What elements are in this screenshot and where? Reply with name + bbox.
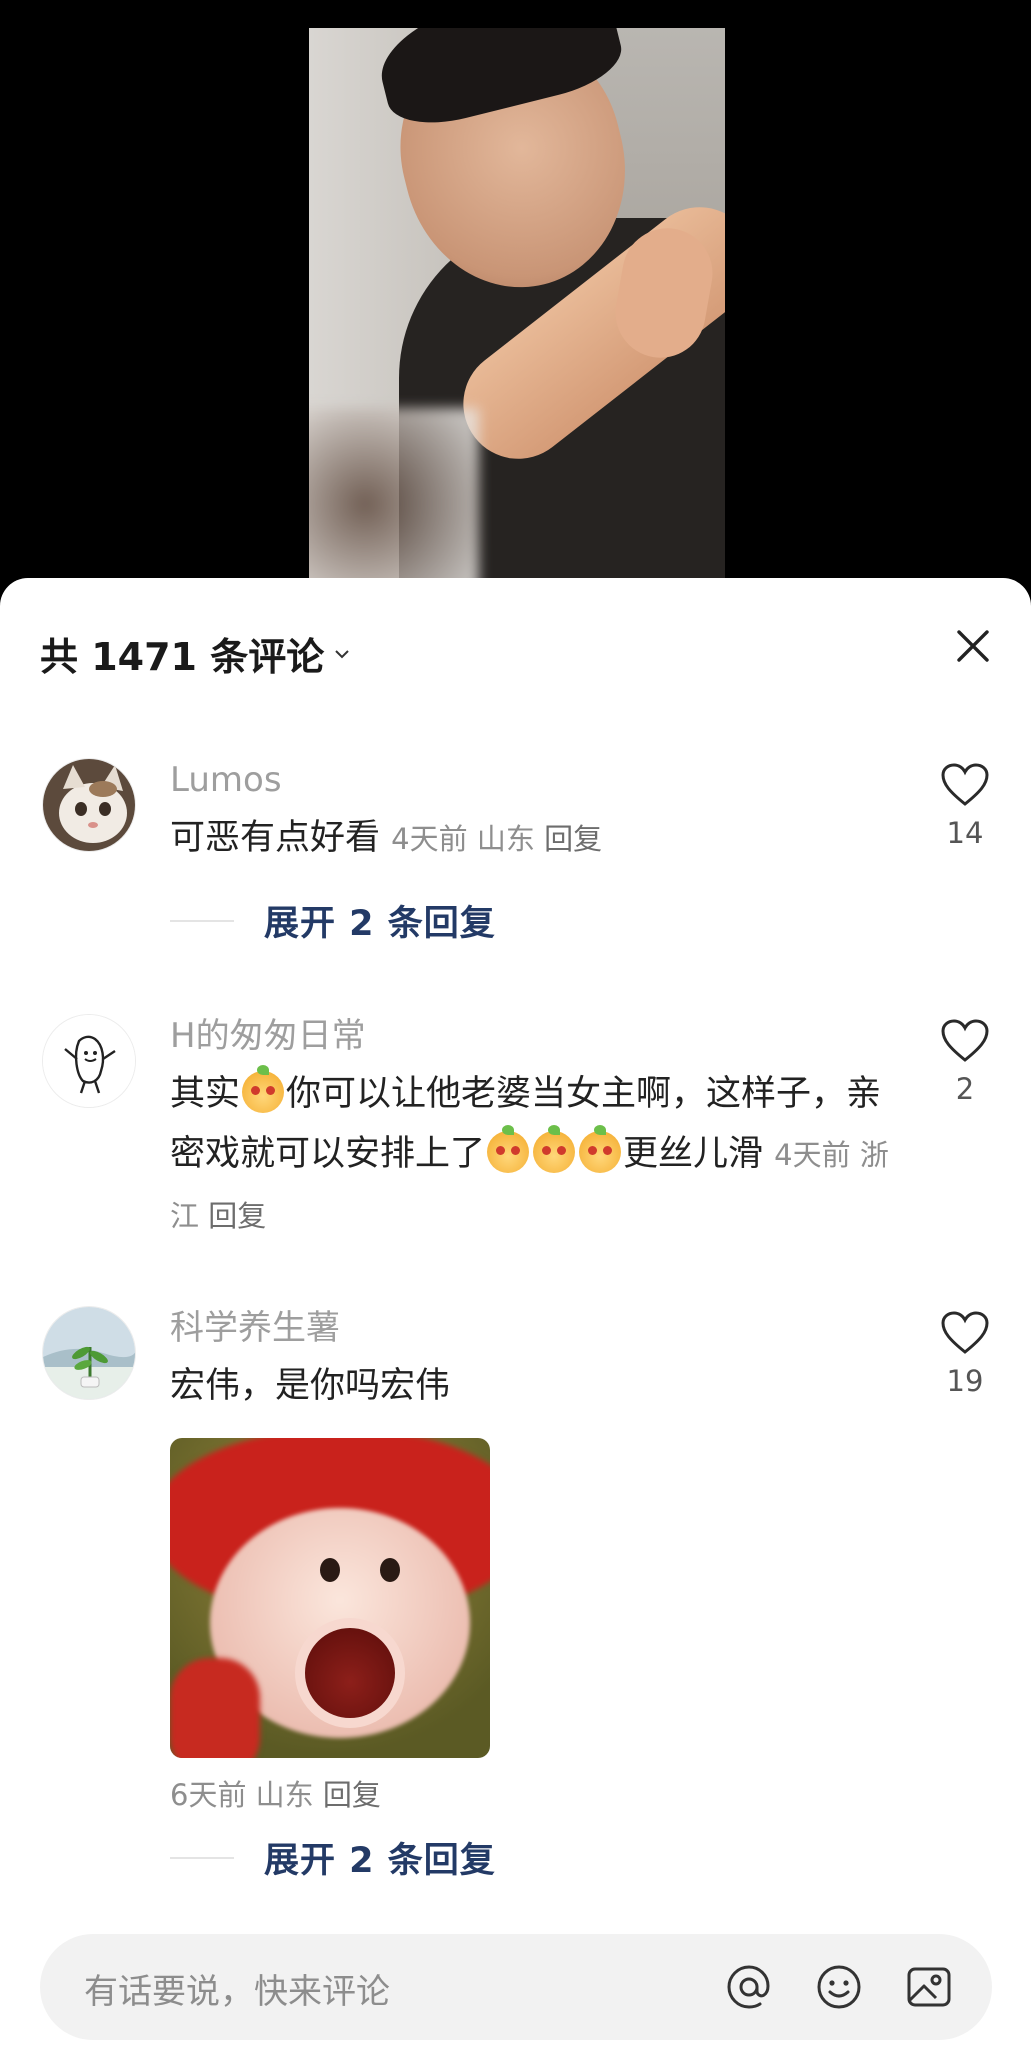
cat-avatar-icon	[43, 759, 135, 851]
comment-text: 宏伟，是你吗宏伟	[170, 1366, 451, 1406]
close-icon[interactable]	[951, 624, 995, 668]
comment-text-part: 更丝儿滑	[623, 1134, 764, 1174]
comment-time: 4天前	[391, 822, 468, 856]
comment-username[interactable]: H的匆匆日常	[170, 1014, 890, 1058]
sticker-arm	[170, 1658, 260, 1758]
like-button[interactable]: 19	[935, 1310, 995, 1398]
comment-text: 其实 你可以让他老婆当女主啊，这样子，亲密戏就可以安排上了 更丝儿滑 4天前 浙江 …	[170, 1064, 890, 1246]
mango-face-emoji-icon	[579, 1125, 622, 1173]
comment-username[interactable]: 科学养生薯	[170, 1306, 890, 1350]
image-icon[interactable]	[902, 1960, 956, 2014]
comment-username[interactable]: Lumos	[170, 758, 890, 802]
reply-button[interactable]: 回复	[208, 1199, 266, 1233]
mango-face-emoji-icon	[487, 1125, 530, 1173]
comment-body: H的匆匆日常 其实 你可以让他老婆当女主啊，这样子，亲密戏就可以安排上了 更丝儿滑 …	[170, 1014, 890, 1246]
avatar[interactable]	[42, 1306, 136, 1400]
comment-location: 山东	[255, 1778, 314, 1812]
avatar[interactable]	[42, 1014, 136, 1108]
comment-body: Lumos 可恶有点好看 4天前 山东 回复 展开 2 条回复	[170, 758, 890, 946]
heart-icon	[941, 763, 989, 806]
sticker-mouth	[295, 1618, 405, 1728]
comment-meta: 4天前 山东 回复	[391, 822, 602, 856]
comment-text-content: 可恶有点好看	[170, 818, 381, 858]
doodle-avatar-icon	[43, 1015, 135, 1107]
expand-replies-label: 展开 2 条回复	[264, 1841, 496, 1881]
mango-face-emoji-icon	[242, 1065, 285, 1113]
comment-text: 可恶有点好看 4天前 山东 回复	[170, 808, 890, 869]
comment-text-part: 其实	[170, 1074, 241, 1114]
expand-replies[interactable]: 展开 2 条回复	[170, 895, 890, 946]
expand-replies[interactable]: 展开 2 条回复	[170, 1832, 890, 1883]
emoji-icon[interactable]	[812, 1960, 866, 2014]
comment-input-bar[interactable]: 有话要说，快来评论	[40, 1934, 992, 2040]
expand-replies-label: 展开 2 条回复	[264, 904, 496, 944]
comment-location: 山东	[476, 822, 535, 856]
screaming-monkey-sticker-icon[interactable]	[170, 1438, 490, 1758]
sticker-eye	[380, 1558, 400, 1582]
comment-input-placeholder[interactable]: 有话要说，快来评论	[84, 1964, 390, 2013]
comment-time: 6天前	[170, 1778, 247, 1812]
comment-count-selector[interactable]: 共 1471 条评论	[40, 626, 350, 681]
like-count: 2	[955, 1072, 975, 1106]
sticker-eye	[320, 1558, 340, 1582]
heart-icon	[941, 1019, 989, 1062]
chevron-down-icon	[335, 649, 349, 658]
reply-button[interactable]: 回复	[544, 822, 602, 856]
video-frame[interactable]	[309, 28, 725, 608]
comment-sheet: 共 1471 条评论 Lumos 可恶有点好看 4天前 山东 回复 展开 2 条…	[0, 578, 1031, 2048]
comment-body: 科学养生薯 宏伟，是你吗宏伟 6天前 山东 回复 展开 2 条回复	[170, 1306, 890, 1883]
heart-icon	[941, 1311, 989, 1354]
expand-divider	[170, 1856, 234, 1859]
mango-face-emoji-icon	[533, 1125, 576, 1173]
like-button[interactable]: 14	[935, 762, 995, 850]
like-count: 14	[946, 816, 984, 850]
comment-time: 4天前	[774, 1138, 851, 1172]
expand-divider	[170, 919, 234, 922]
plant-avatar-icon	[43, 1307, 135, 1399]
comment-meta: 6天前 山东 回复	[170, 1772, 890, 1814]
avatar[interactable]	[42, 758, 136, 852]
sheet-header: 共 1471 条评论	[40, 620, 1031, 680]
at-icon[interactable]	[722, 1960, 776, 2014]
like-count: 19	[946, 1364, 984, 1398]
reply-button[interactable]: 回复	[323, 1778, 381, 1812]
comment-count-title: 共 1471 条评论	[40, 635, 325, 679]
like-button[interactable]: 2	[935, 1018, 995, 1106]
